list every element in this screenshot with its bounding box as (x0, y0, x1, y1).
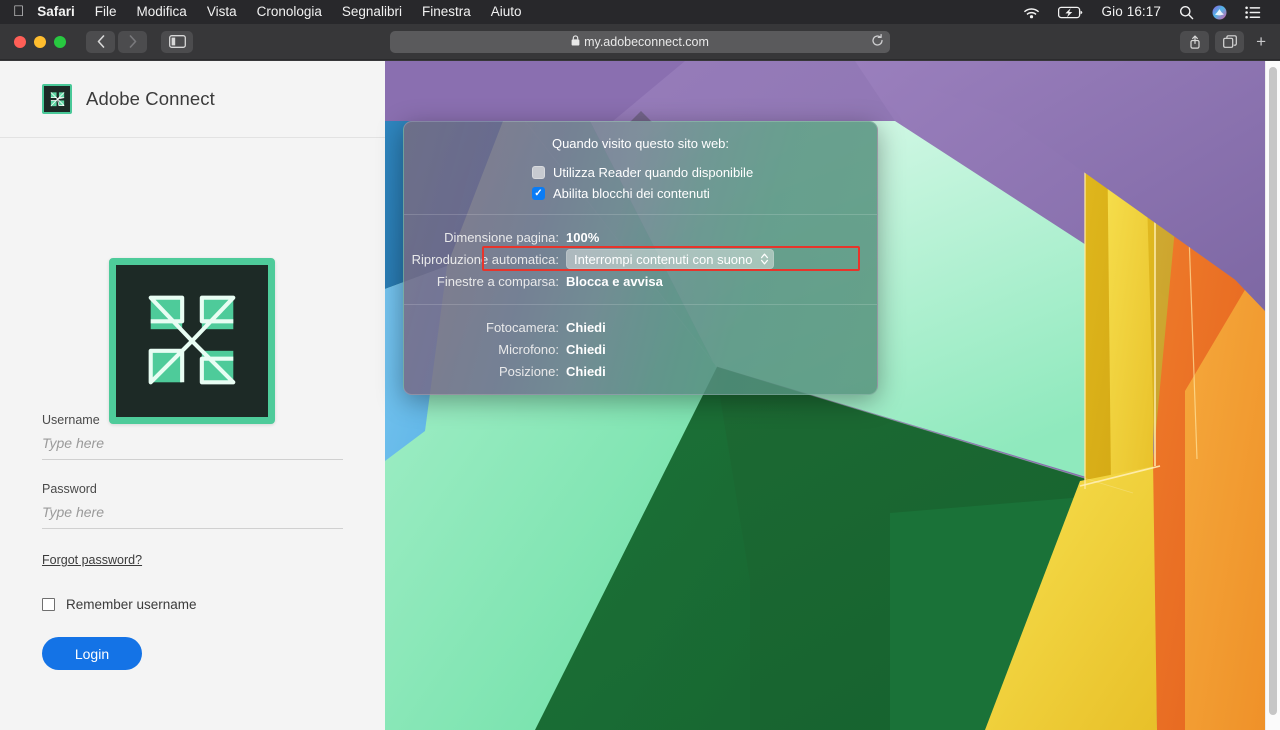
login-form: Username Password Forgot password? Remem… (42, 413, 343, 670)
auto-play-select-value: Interrompi contenuti con suono (574, 251, 753, 267)
browser-toolbar: my.adobeconnect.com + (0, 24, 1280, 60)
adobe-connect-logo-large-icon (109, 258, 275, 424)
address-bar-container: my.adobeconnect.com (390, 31, 890, 53)
address-bar[interactable]: my.adobeconnect.com (390, 31, 890, 53)
content-blockers-checkbox-row[interactable]: ✓ Abilita blocchi dei contenuti (404, 183, 877, 214)
lock-icon (571, 35, 580, 49)
scrollbar-thumb[interactable] (1269, 67, 1277, 715)
safari-window: my.adobeconnect.com + Adobe Connect User… (0, 24, 1280, 730)
page-zoom-row: Dimensione pagina: 100% (404, 226, 877, 248)
location-value[interactable]: Chiedi (566, 364, 877, 379)
tab-overview-icon[interactable] (1215, 31, 1245, 53)
new-tab-button[interactable]: + (1250, 31, 1272, 53)
auto-play-row: Riproduzione automatica: Interrompi cont… (404, 246, 877, 271)
username-field-group: Username (42, 413, 343, 460)
siri-icon[interactable] (1203, 5, 1236, 20)
popover-section-general: Quando visito questo sito web: Utilizza … (404, 122, 877, 214)
remember-username-row[interactable]: Remember username (42, 597, 343, 612)
login-panel-header: Adobe Connect (0, 61, 385, 138)
popups-label: Finestre a comparsa: (436, 273, 559, 289)
page-scrollbar[interactable] (1265, 61, 1280, 730)
reader-checkbox-row[interactable]: Utilizza Reader quando disponibile (404, 162, 877, 183)
reload-icon[interactable] (871, 33, 884, 50)
location-label: Posizione: (499, 363, 559, 379)
forward-button[interactable] (118, 30, 147, 53)
popover-section-settings: Dimensione pagina: 100% Riproduzione aut… (404, 214, 877, 304)
use-reader-checkbox[interactable] (532, 166, 545, 179)
apple-icon[interactable]:  (0, 4, 35, 19)
camera-value[interactable]: Chiedi (566, 320, 877, 335)
close-window-button[interactable] (14, 35, 26, 48)
forgot-password-link[interactable]: Forgot password? (42, 553, 142, 567)
popups-value[interactable]: Blocca e avvisa (566, 274, 877, 289)
popups-row: Finestre a comparsa: Blocca e avvisa (404, 270, 877, 292)
wifi-icon[interactable] (1014, 6, 1049, 19)
microphone-value[interactable]: Chiedi (566, 342, 877, 357)
menu-item-cronologia[interactable]: Cronologia (247, 0, 332, 24)
auto-play-select[interactable]: Interrompi contenuti con suono (566, 249, 774, 269)
auto-play-label: Riproduzione automatica: (411, 251, 559, 267)
address-bar-url: my.adobeconnect.com (584, 35, 709, 49)
sidebar-toggle-icon[interactable] (161, 30, 193, 53)
username-label: Username (42, 413, 100, 427)
remember-username-label: Remember username (66, 597, 197, 612)
chevron-updown-icon (760, 252, 769, 266)
spotlight-search-icon[interactable] (1170, 5, 1203, 20)
popover-section-permissions: Fotocamera: Chiedi Microfono: Chiedi Pos… (404, 304, 877, 394)
microphone-row: Microfono: Chiedi (404, 338, 877, 360)
toolbar-right-controls: + (1180, 31, 1272, 53)
page-zoom-value[interactable]: 100% (566, 230, 877, 245)
menu-item-finestra[interactable]: Finestra (412, 0, 481, 24)
location-row: Posizione: Chiedi (404, 360, 877, 382)
enable-content-blockers-label: Abilita blocchi dei contenuti (553, 186, 710, 201)
web-page-content: Adobe Connect Username Type here Passwor… (0, 61, 1280, 730)
menu-item-file[interactable]: File (85, 0, 127, 24)
auto-play-select-wrapper: Interrompi contenuti con suono (566, 249, 877, 269)
microphone-label: Microfono: (498, 341, 559, 357)
share-icon[interactable] (1180, 31, 1210, 53)
menu-item-vista[interactable]: Vista (197, 0, 247, 24)
username-input[interactable] (42, 435, 343, 460)
popover-title: Quando visito questo sito web: (551, 136, 730, 151)
menu-item-safari[interactable]: Safari (35, 0, 85, 24)
camera-row: Fotocamera: Chiedi (404, 316, 877, 338)
enable-content-blockers-checkbox[interactable]: ✓ (532, 187, 545, 200)
battery-charging-icon[interactable] (1049, 6, 1093, 19)
menu-item-aiuto[interactable]: Aiuto (481, 0, 532, 24)
menu-bar-status: Gio 16:17 (1014, 0, 1280, 24)
camera-label: Fotocamera: (486, 319, 559, 335)
use-reader-label: Utilizza Reader quando disponibile (553, 165, 754, 180)
page-zoom-label: Dimensione pagina: (444, 229, 559, 245)
remember-username-checkbox[interactable] (42, 598, 55, 611)
maximize-window-button[interactable] (54, 35, 66, 48)
password-input[interactable] (42, 504, 343, 529)
menu-bar-clock[interactable]: Gio 16:17 (1093, 0, 1170, 24)
page-title: Adobe Connect (86, 88, 215, 109)
navigation-buttons (86, 30, 147, 53)
login-button[interactable]: Login (42, 637, 142, 670)
screen:  Safari File Modifica Vista Cronologia … (0, 0, 1280, 730)
checkmark-icon: ✓ (534, 187, 543, 199)
back-button[interactable] (86, 30, 115, 53)
adobe-connect-logo-icon (42, 84, 72, 114)
control-center-icon[interactable] (1236, 6, 1270, 19)
menu-item-modifica[interactable]: Modifica (127, 0, 197, 24)
menu-bar:  Safari File Modifica Vista Cronologia … (0, 0, 1280, 24)
menu-item-segnalibri[interactable]: Segnalibri (332, 0, 412, 24)
password-label: Password (42, 482, 97, 496)
adobe-connect-login-panel: Adobe Connect Username Type here Passwor… (0, 61, 385, 730)
password-field-group: Password (42, 482, 343, 529)
website-settings-popover: Quando visito questo sito web: Utilizza … (403, 121, 878, 395)
minimize-window-button[interactable] (34, 35, 46, 48)
window-controls (0, 35, 66, 48)
